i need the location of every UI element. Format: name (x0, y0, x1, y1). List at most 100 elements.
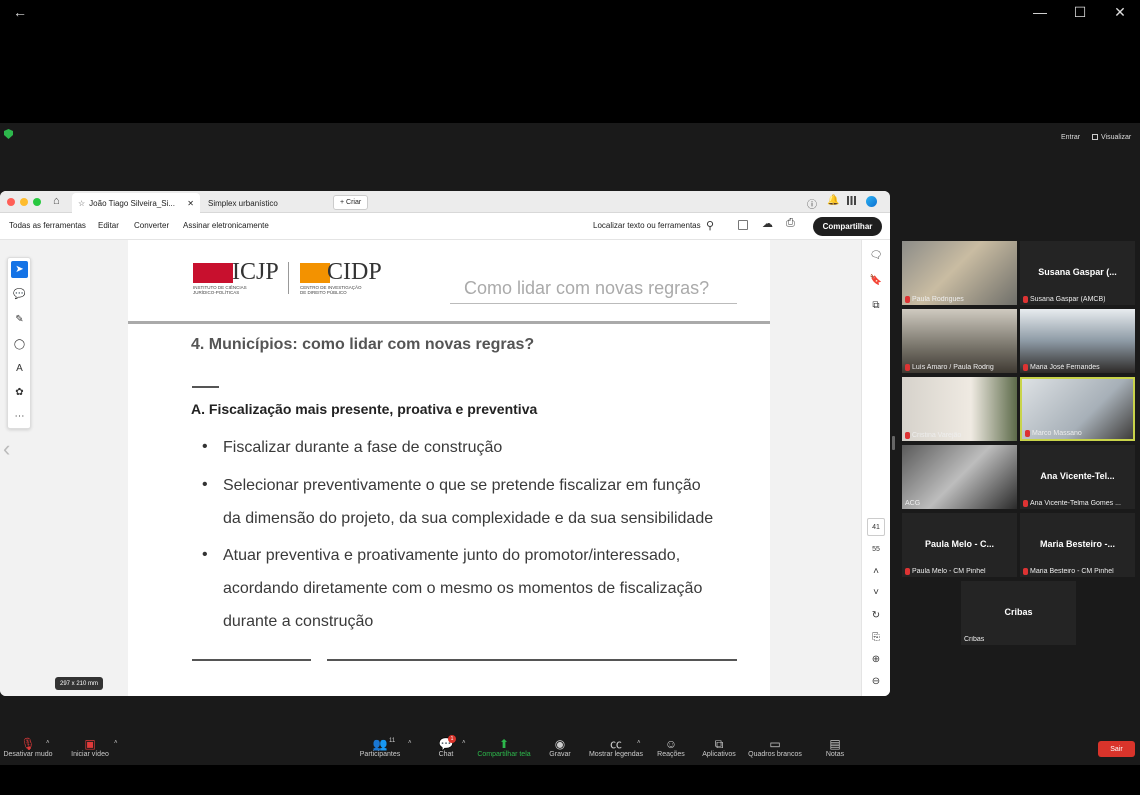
minimize-icon[interactable]: — (1020, 0, 1060, 24)
mute-options-chevron-icon[interactable]: ˄ (46, 740, 50, 746)
emoji-icon: ☺ (664, 737, 678, 751)
participant-tile[interactable]: Luís Amaro / Paula Rodrig (902, 309, 1017, 373)
zoom-out-icon[interactable]: ⊖ (867, 672, 885, 690)
zoom-in-icon[interactable]: ⊕ (867, 650, 885, 668)
shield-icon[interactable] (4, 129, 13, 139)
pen-icon[interactable]: ✎ (11, 311, 28, 328)
page-size-badge: 297 x 210 mm (55, 677, 104, 690)
share-button[interactable]: Compartilhar (813, 217, 882, 236)
chat-options-chevron-icon[interactable]: ˄ (462, 740, 466, 746)
participant-tile-active[interactable]: Marco Massano (1020, 377, 1135, 441)
help-icon[interactable]: ⓘ (807, 196, 817, 211)
back-icon[interactable]: ← (0, 0, 40, 24)
participant-name: Marco Massano (1025, 430, 1082, 437)
rotate-icon[interactable]: ↻ (867, 606, 885, 624)
bookmark-icon[interactable]: 🔖 (867, 271, 885, 289)
tab-bar: ⌂ ☆ João Tiago Silveira_Si... ✕ Simplex … (0, 191, 890, 213)
participants-button[interactable]: 👥 Participantes (357, 737, 403, 759)
mic-muted-icon (1025, 430, 1030, 437)
reactions-button[interactable]: ☺ Reações (656, 737, 686, 759)
video-options-chevron-icon[interactable]: ˄ (114, 740, 118, 746)
comments-panel-icon[interactable]: 🗨 (867, 246, 885, 264)
participant-tile[interactable]: Maria Besteiro -... Maria Besteiro - CM P… (1020, 513, 1135, 577)
apps-button[interactable]: ⧉ Aplicativos (700, 738, 738, 759)
participant-name-text: Maria José Fernandes (1030, 364, 1100, 371)
participant-name-text: Paula Melo - CM Pinhel (912, 568, 986, 575)
bell-icon[interactable]: 🔔 (827, 195, 839, 206)
maximize-icon[interactable]: ☐ (1060, 0, 1100, 24)
record-button[interactable]: ◉ Gravar (546, 738, 574, 759)
apps-grid-icon[interactable] (847, 196, 856, 205)
page-number-input[interactable]: 41 (867, 518, 885, 536)
avatar[interactable] (866, 196, 877, 207)
tab-simplex[interactable]: Simplex urbanístico (202, 193, 284, 213)
print-icon[interactable]: ⎙ (786, 217, 795, 230)
notes-button[interactable]: ▤ Notas (822, 738, 848, 759)
window-minimize-dot[interactable] (20, 198, 28, 206)
search-icon[interactable]: ⚲ (706, 219, 714, 232)
participant-name: Paula Rodrigues (905, 296, 964, 303)
close-icon[interactable]: ✕ (1100, 0, 1140, 24)
captions-options-chevron-icon[interactable]: ˄ (637, 740, 641, 746)
participant-tile[interactable]: Susana Gaspar (... Susana Gaspar (AMCB) (1020, 241, 1135, 305)
screen: ← — ☐ ✕ Entrar Visualizar ⌂ ☆ João Tiago… (0, 0, 1140, 795)
chevron-left-icon[interactable]: ‹ (3, 436, 10, 462)
bullet-dot: • (202, 476, 208, 493)
whiteboards-button[interactable]: ▭ Quadros brancos (746, 738, 804, 759)
new-tab-button[interactable]: + Criar (333, 195, 369, 210)
participant-tile[interactable]: Cribas Cribas (961, 581, 1076, 645)
stamp-icon[interactable]: ✿ (11, 384, 28, 401)
star-icon[interactable]: ☆ (78, 199, 85, 208)
participant-tile[interactable]: ACG (902, 445, 1017, 509)
splitter-handle[interactable] (892, 436, 895, 450)
chat-button[interactable]: 💬 Chat (432, 738, 460, 759)
people-icon: 👥 (372, 737, 388, 751)
cidp-sub2: DE DIREITO PÚBLICO (300, 290, 347, 295)
participant-tile[interactable]: Paula Rodrigues (902, 241, 1017, 305)
participant-tile[interactable]: Ana Vicente-Tel... Ana Vicente-Telma Gome… (1020, 445, 1135, 509)
window-close-dot[interactable] (7, 198, 15, 206)
menu-sign[interactable]: Assinar eletronicamente (183, 221, 269, 230)
cidp-logo-sub: CENTRO DE INVESTIGAÇÃO DE DIREITO PÚBLICO (300, 285, 362, 295)
bullet-text: da dimensão do projeto, da sua complexid… (223, 510, 714, 527)
participant-tile[interactable]: Maria José Fernandes (1020, 309, 1135, 373)
search-tools-label[interactable]: Localizar texto ou ferramentas (593, 221, 701, 230)
participant-name-text: Paula Rodrigues (912, 296, 964, 303)
save-icon[interactable] (738, 220, 748, 230)
participants-options-chevron-icon[interactable]: ˄ (408, 740, 412, 746)
menu-edit[interactable]: Editar (98, 221, 119, 230)
share-screen-button[interactable]: ⬆ Compartilhar tela (476, 738, 532, 759)
lasso-icon[interactable]: ◯ (11, 336, 28, 353)
section-title: 4. Municípios: como lidar com novas regr… (191, 336, 535, 353)
enter-button[interactable]: Entrar (1061, 129, 1080, 145)
mic-muted-icon (905, 364, 910, 371)
chevron-down-icon[interactable]: ˅ (867, 583, 885, 601)
leave-button[interactable]: Sair (1098, 741, 1135, 757)
bullet-text: Atuar preventiva e proativamente junto d… (223, 547, 681, 564)
chevron-up-icon[interactable]: ˄ (867, 562, 885, 580)
text-box-icon[interactable]: A (11, 360, 28, 377)
view-button[interactable]: Visualizar (1092, 129, 1131, 145)
participant-name: Cribas (964, 636, 984, 643)
tab-active[interactable]: ☆ João Tiago Silveira_Si... ✕ (72, 193, 200, 213)
cidp-logo-text: CIDP (327, 259, 382, 285)
apps-label: Aplicativos (702, 751, 736, 758)
window-zoom-dot[interactable] (33, 198, 41, 206)
tab-close-icon[interactable]: ✕ (187, 199, 194, 208)
app-toolbar: Todas as ferramentas Editar Converter As… (0, 213, 890, 240)
video-off-icon: ▣ (84, 737, 96, 751)
pages-icon[interactable]: ⧉ (867, 296, 885, 314)
comment-icon[interactable]: 💬 (11, 286, 28, 303)
home-icon[interactable]: ⌂ (53, 195, 60, 207)
more-icon[interactable]: ⋯ (11, 408, 28, 425)
participant-tile[interactable]: Paula Melo - C... Paula Melo - CM Pinhel (902, 513, 1017, 577)
select-cursor-icon[interactable]: ➤ (11, 261, 28, 278)
participant-tile[interactable]: Cristina Varejão (902, 377, 1017, 441)
menu-all-tools[interactable]: Todas as ferramentas (9, 221, 86, 230)
captions-button[interactable]: ㏄ Mostrar legendas (588, 738, 644, 759)
share-screen-label: Compartilhar tela (477, 751, 531, 758)
video-button[interactable]: ▣ Iniciar vídeo (68, 737, 112, 759)
page-fit-icon[interactable]: ⎘ (867, 628, 885, 646)
cloud-upload-icon[interactable]: ☁ (762, 217, 773, 230)
menu-convert[interactable]: Converter (134, 221, 169, 230)
